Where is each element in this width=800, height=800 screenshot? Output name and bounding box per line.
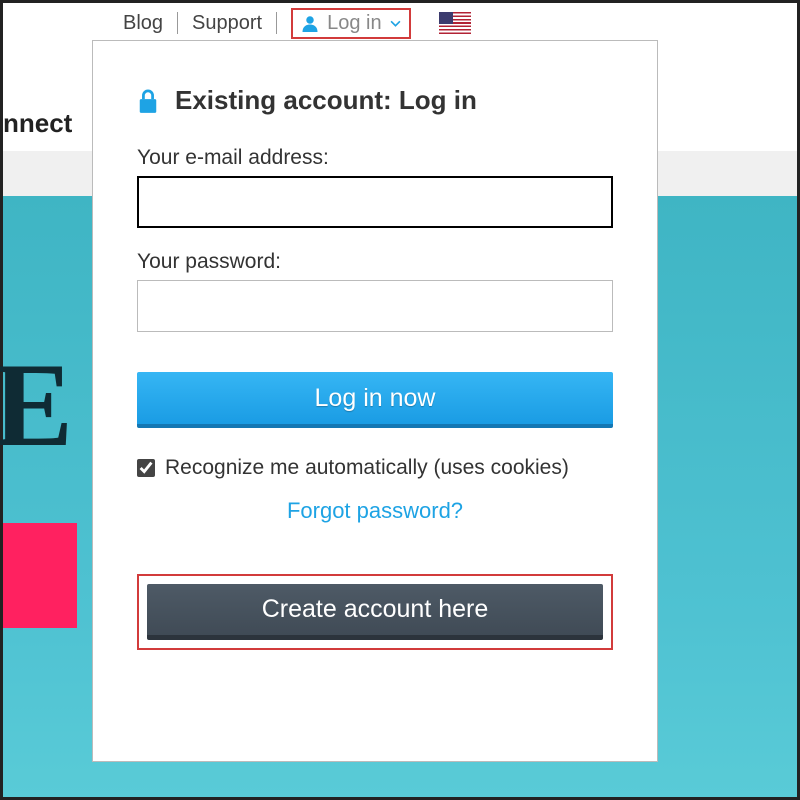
remember-me-label: Recognize me automatically (uses cookies…: [165, 456, 569, 480]
nav-separator: [276, 12, 277, 34]
email-field[interactable]: [137, 176, 613, 228]
lock-icon: [137, 88, 159, 114]
country-flag-us[interactable]: [439, 12, 471, 34]
login-panel-title: Existing account: Log in: [137, 85, 613, 116]
hero-text: E: [0, 336, 43, 474]
create-account-button[interactable]: Create account here: [147, 584, 603, 640]
password-field[interactable]: [137, 280, 613, 332]
forgot-password-link[interactable]: Forgot password?: [287, 498, 463, 523]
login-dropdown-trigger[interactable]: Log in: [291, 8, 411, 39]
login-title-text: Existing account: Log in: [175, 85, 477, 116]
top-nav: Blog Support Log in: [3, 3, 797, 43]
nav-support[interactable]: Support: [192, 12, 262, 35]
remember-me-option[interactable]: Recognize me automatically (uses cookies…: [137, 456, 613, 480]
chevron-down-icon: [390, 18, 401, 29]
nav-blog[interactable]: Blog: [123, 12, 163, 35]
email-label: Your e-mail address:: [137, 146, 613, 170]
remember-me-checkbox[interactable]: [137, 459, 155, 477]
login-dropdown-panel: Existing account: Log in Your e-mail add…: [92, 40, 658, 762]
login-submit-button[interactable]: Log in now: [137, 372, 613, 428]
password-label: Your password:: [137, 250, 613, 274]
nav-separator: [177, 12, 178, 34]
login-trigger-label: Log in: [327, 12, 382, 35]
person-icon: [301, 14, 319, 32]
brand-partial: nnect: [3, 108, 72, 139]
hero-cta-partial[interactable]: [3, 523, 77, 628]
create-account-highlight: Create account here: [137, 574, 613, 650]
